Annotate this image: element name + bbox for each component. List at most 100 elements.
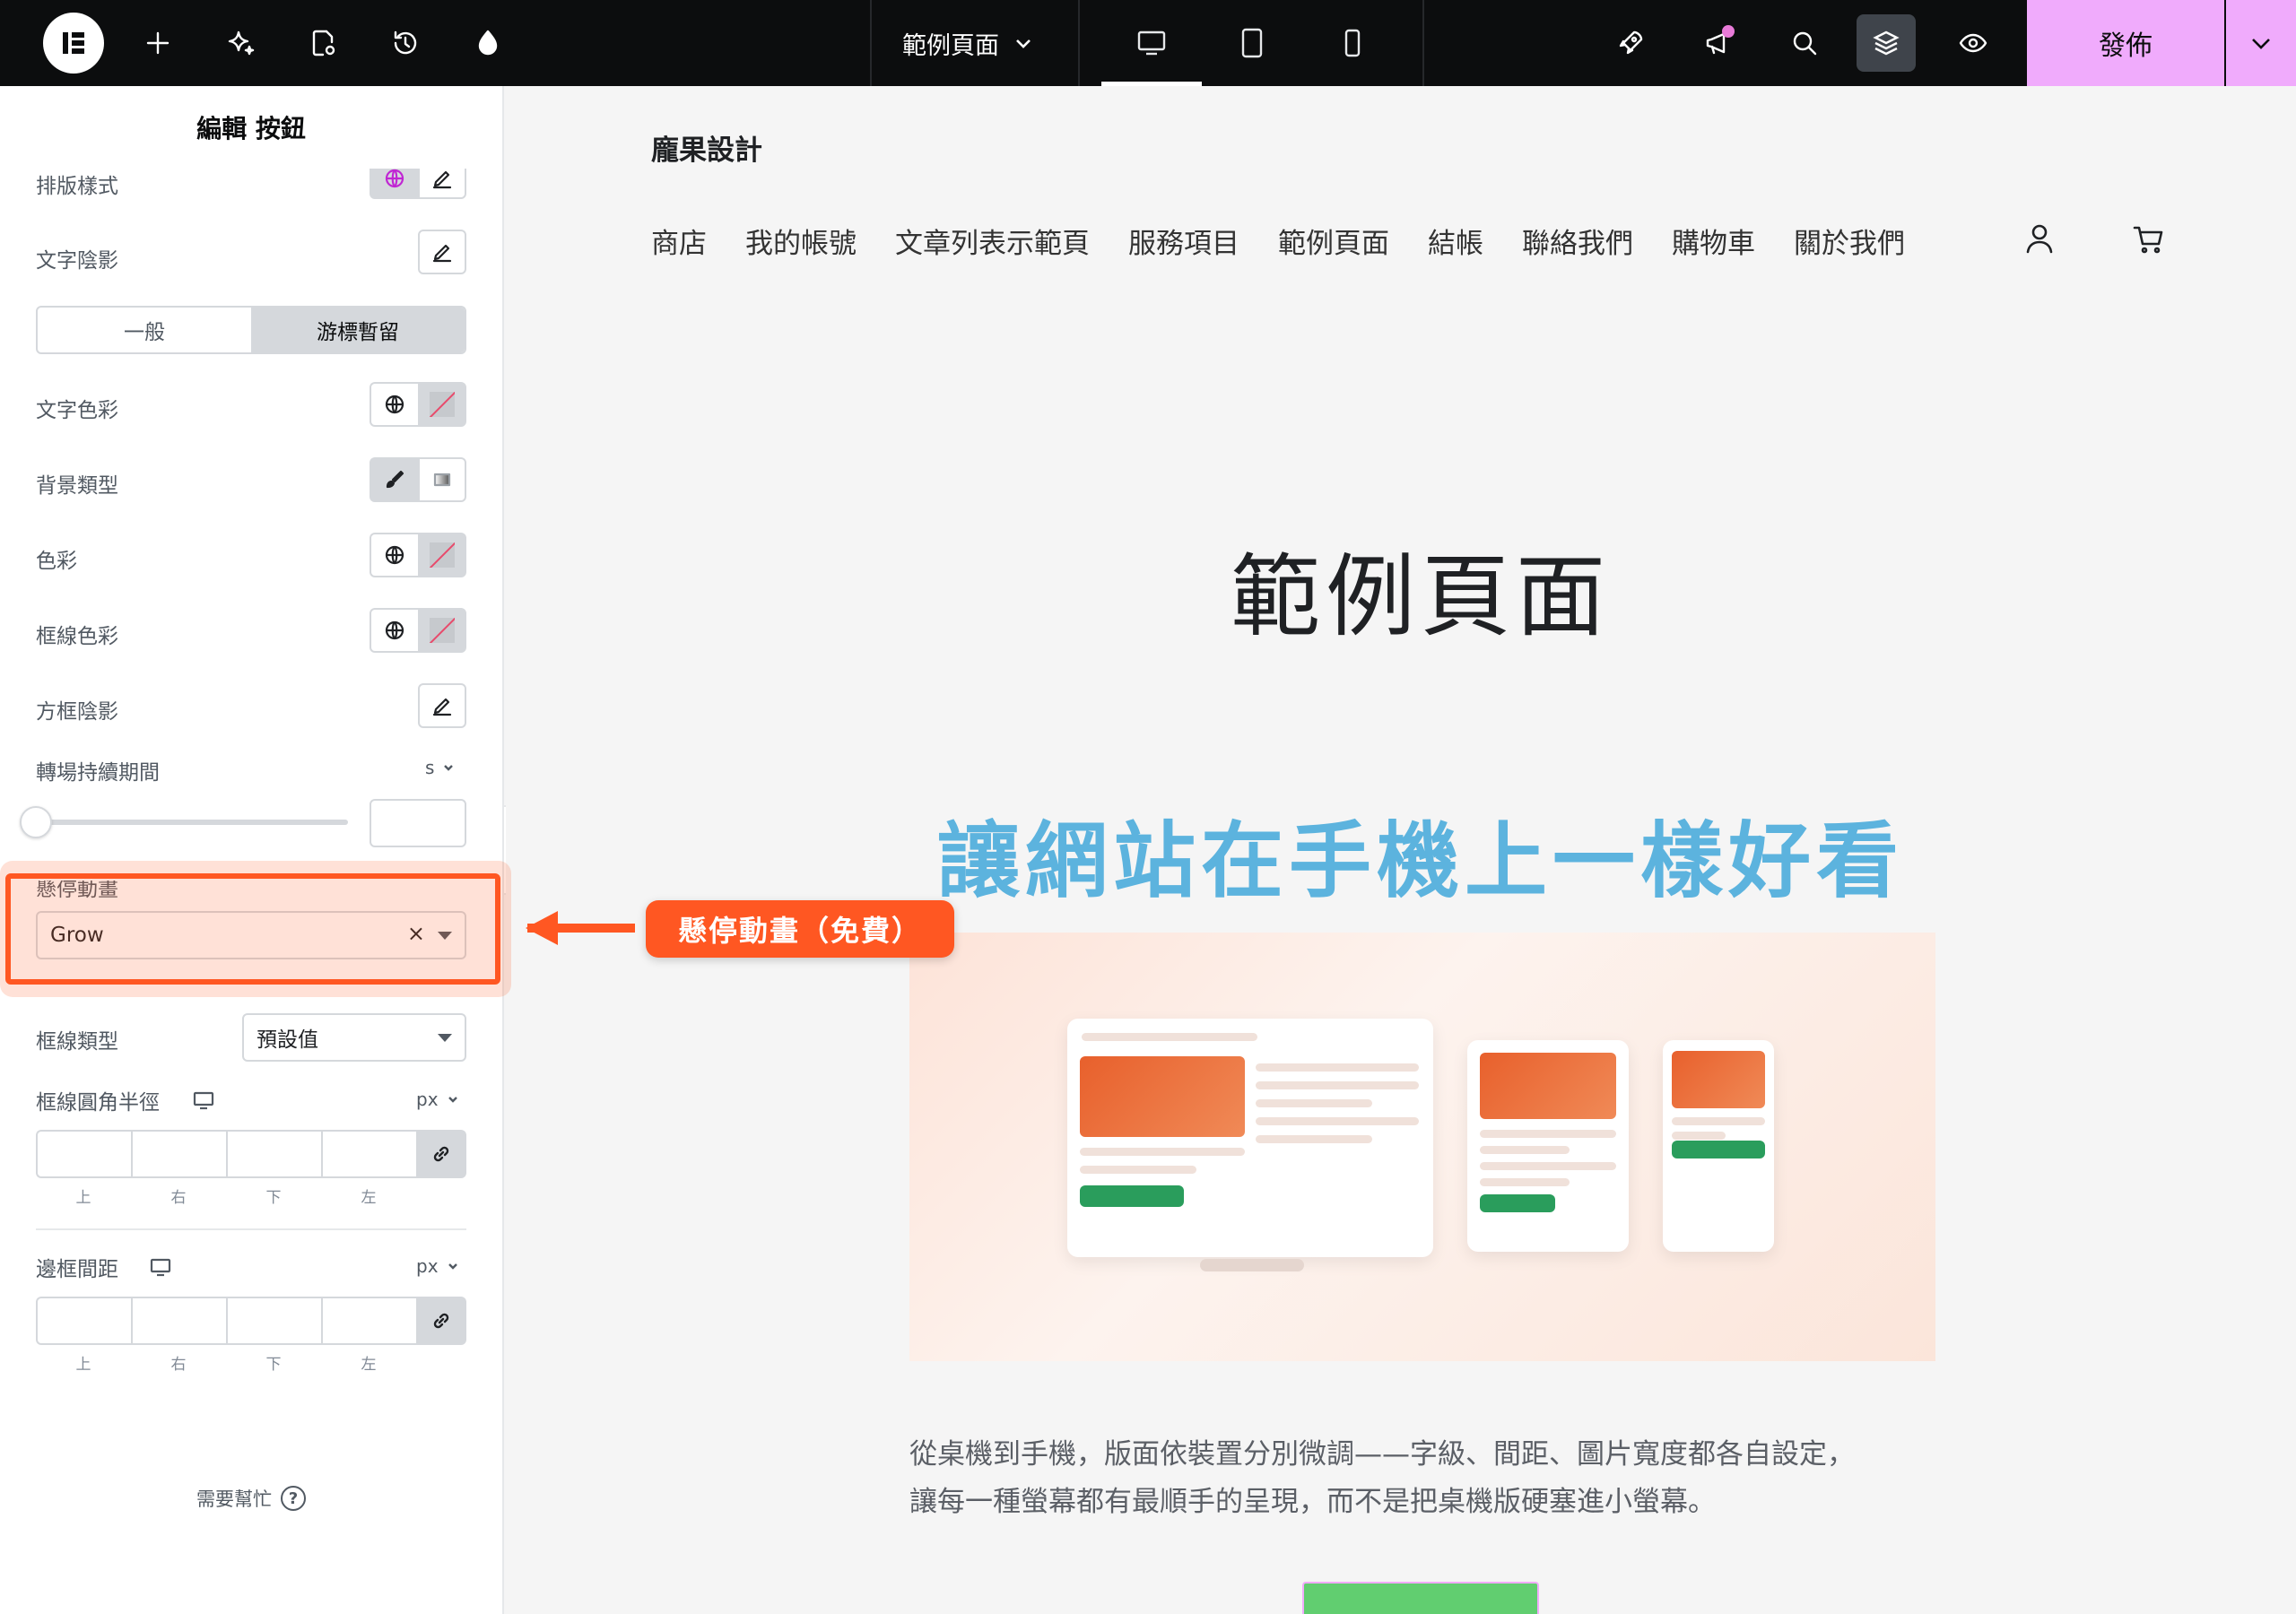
desktop-responsive-icon[interactable] [192,1089,215,1112]
tablet-device-icon[interactable] [1202,0,1302,86]
transition-duration-input[interactable] [370,799,466,847]
responsive-devices-illustration[interactable] [909,933,1935,1361]
padding-top-input[interactable] [36,1297,131,1345]
editor-panel: 編輯 按鈕 排版樣式 文字陰影 一般 游標暫留 文字色彩 背景類型 色彩 框線色… [0,86,504,1614]
padding-dimensions [36,1297,466,1345]
publish-options-button[interactable] [2226,0,2296,86]
dim-label-left: 左 [361,1189,377,1207]
unit-label: s [425,757,435,778]
bg-type-label: 背景類型 [36,474,118,498]
rocket-icon[interactable] [1605,18,1656,68]
desktop-device-icon[interactable] [1101,0,1202,86]
radius-bottom-input[interactable] [226,1130,321,1178]
color-label: 色彩 [36,550,77,573]
global-color-button[interactable] [370,608,418,653]
structure-icon[interactable] [1857,14,1916,72]
help-label: 需要幫忙 [196,1488,272,1510]
text-shadow-label: 文字陰影 [36,249,118,273]
desktop-mockup [1067,1019,1433,1257]
section-divider [36,1228,466,1230]
help-link[interactable]: 需要幫忙 ? [0,1485,502,1512]
text-color-swatch[interactable] [418,382,466,427]
padding-label: 邊框間距 [36,1258,118,1281]
arrow-left-icon [526,911,558,945]
page-heading[interactable]: 範例頁面 [506,524,2296,654]
tab-hover[interactable]: 游標暫留 [251,308,465,352]
padding-unit-selector[interactable]: px [416,1255,460,1277]
globe-icon [385,169,404,188]
nav-item[interactable]: 結帳 [1428,221,1483,261]
elementor-logo-icon[interactable] [43,13,104,74]
border-type-select[interactable]: 預設值 [242,1013,466,1062]
bg-classic-button[interactable] [370,457,418,502]
global-color-button[interactable] [370,533,418,577]
border-radius-dimensions [36,1130,466,1178]
nav-item[interactable]: 商店 [651,221,707,261]
publish-button[interactable]: 發佈 [2027,0,2224,86]
typography-label: 排版樣式 [36,175,118,198]
link-values-button[interactable] [416,1130,466,1178]
transition-slider-handle[interactable] [20,806,52,838]
preview-eye-icon[interactable] [1948,18,1998,68]
radius-left-input[interactable] [321,1130,416,1178]
body-paragraph[interactable]: 從桌機到手機，版面依裝置分別微調——字級、間距、圖片寬度都各自設定， 讓每一種螢… [909,1431,1950,1526]
radius-top-input[interactable] [36,1130,131,1178]
border-color-label: 框線色彩 [36,625,118,648]
empty-color-swatch [430,618,455,643]
bg-gradient-button[interactable] [418,457,466,502]
transition-slider-track[interactable] [36,820,348,825]
ai-sparkle-icon[interactable] [215,18,265,68]
desktop-responsive-icon[interactable] [149,1255,172,1279]
theme-style-icon[interactable] [463,18,513,68]
history-icon[interactable] [380,18,430,68]
dim-label-bottom: 下 [265,1189,282,1207]
cart-icon[interactable] [2131,221,2170,260]
border-radius-unit-selector[interactable]: px [416,1089,460,1110]
border-color-swatch[interactable] [418,608,466,653]
nav-item[interactable]: 範例頁面 [1278,221,1389,261]
text-color-label: 文字色彩 [36,399,118,422]
nav-item[interactable]: 我的帳號 [745,221,857,261]
padding-right-input[interactable] [131,1297,226,1345]
dim-label-left: 左 [361,1356,377,1374]
announcements-icon[interactable] [1693,18,1744,68]
page-selector[interactable]: 範例頁面 [872,0,1078,86]
dim-label-top: 上 [75,1356,91,1374]
nav-item[interactable]: 聯絡我們 [1522,221,1633,261]
tab-normal[interactable]: 一般 [38,308,251,352]
nav-item[interactable]: 關於我們 [1794,221,1905,261]
global-color-button[interactable] [370,382,418,427]
dim-label-right: 右 [170,1356,187,1374]
nav-item[interactable]: 文章列表示範頁 [895,221,1090,261]
transition-unit-selector[interactable]: s [425,757,456,778]
nav-item[interactable]: 服務項目 [1128,221,1239,261]
page-settings-icon[interactable] [298,18,348,68]
topbar-divider [1078,0,1080,86]
radius-right-input[interactable] [131,1130,226,1178]
mobile-mockup [1663,1040,1774,1252]
help-question-icon: ? [281,1486,306,1511]
nav-item[interactable]: 購物車 [1672,221,1755,261]
link-values-button[interactable] [416,1297,466,1345]
add-icon[interactable] [133,18,183,68]
padding-bottom-input[interactable] [226,1297,321,1345]
chevron-down-icon [448,1097,457,1103]
edit-text-shadow-button[interactable] [418,230,466,274]
border-type-value: 預設值 [257,1028,318,1052]
cta-button[interactable] [1302,1582,1539,1614]
mobile-device-icon[interactable] [1302,0,1403,86]
pencil-icon [432,244,452,263]
box-shadow-label: 方框陰影 [36,700,118,724]
pencil-icon [432,170,452,189]
search-icon[interactable] [1779,18,1830,68]
padding-left-input[interactable] [321,1297,416,1345]
globe-icon [385,395,404,414]
edit-box-shadow-button[interactable] [418,683,466,728]
pencil-icon [432,698,452,716]
bg-color-swatch[interactable] [418,533,466,577]
account-icon[interactable] [2022,221,2061,260]
site-title[interactable]: 龐果設計 [651,127,762,168]
chevron-down-icon [1016,39,1031,48]
headline[interactable]: 讓網站在手機上一樣好看 [506,794,2296,914]
unit-label: px [416,1255,439,1277]
